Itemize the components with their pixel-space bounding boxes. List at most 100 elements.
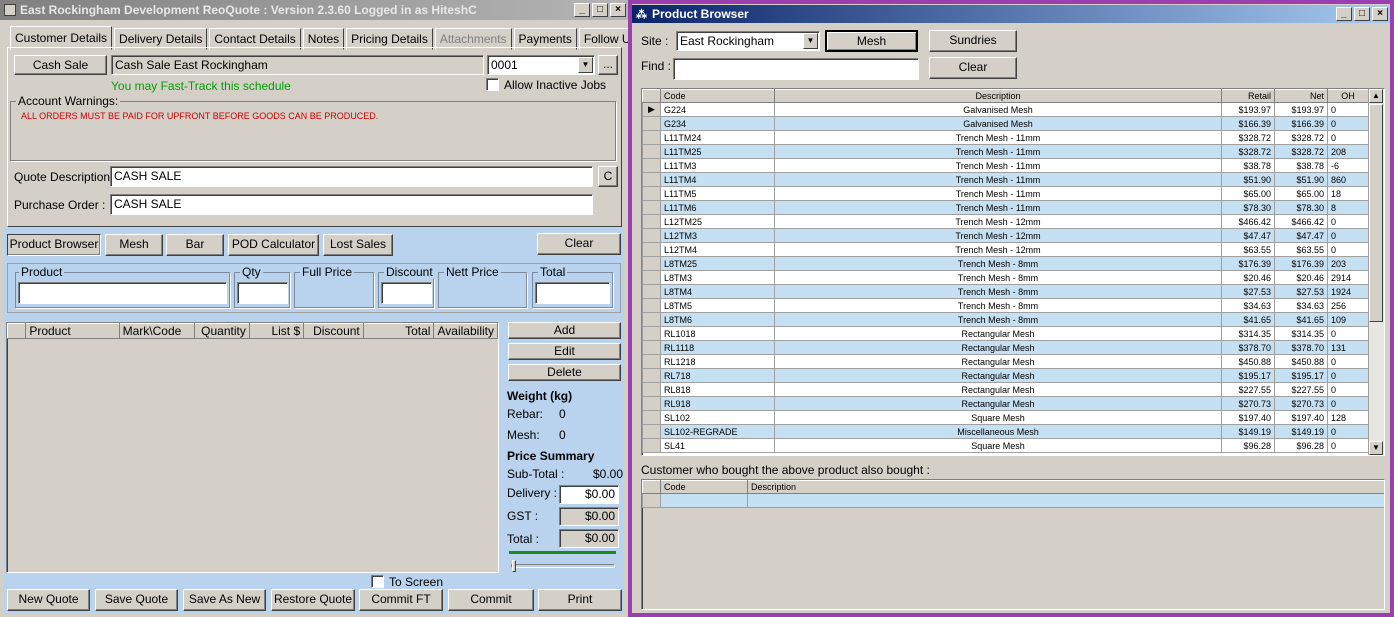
table-row[interactable]: L12TM4 Trench Mesh - 12mm $63.55 $63.55 0 — [642, 242, 1369, 257]
row-selector[interactable] — [642, 298, 661, 313]
mesh-button[interactable]: Mesh — [105, 234, 163, 256]
quote-window-titlebar[interactable]: East Rockingham Development ReoQuote : V… — [0, 0, 628, 20]
row-selector[interactable] — [642, 214, 661, 229]
row-selector[interactable] — [642, 228, 661, 243]
column-header[interactable]: OH — [1327, 89, 1369, 103]
table-row[interactable]: RL1018 Rectangular Mesh $314.35 $314.35 0 — [642, 326, 1369, 341]
table-row[interactable]: L8TM5 Trench Mesh - 8mm $34.63 $34.63 256 — [642, 298, 1369, 313]
table-row[interactable]: RL818 Rectangular Mesh $227.55 $227.55 0 — [642, 382, 1369, 397]
table-row[interactable]: SL41 Square Mesh $96.28 $96.28 0 — [642, 438, 1369, 453]
table-row[interactable]: ▶ G224 Galvanised Mesh $193.97 $193.97 0 — [642, 102, 1369, 117]
bar-button[interactable]: Bar — [166, 234, 224, 256]
row-selector[interactable] — [642, 438, 661, 453]
table-row[interactable]: L11TM25 Trench Mesh - 11mm $328.72 $328.72 2… — [642, 144, 1369, 159]
maximize-icon[interactable]: □ — [592, 3, 608, 17]
maximize-icon[interactable]: □ — [1354, 7, 1370, 21]
row-selector[interactable] — [642, 144, 661, 159]
row-selector[interactable] — [642, 242, 661, 257]
table-row[interactable]: L11TM3 Trench Mesh - 11mm $38.78 $38.78 -6 — [642, 158, 1369, 173]
delete-button[interactable]: Delete — [508, 364, 621, 381]
table-row[interactable]: G234 Galvanised Mesh $166.39 $166.39 0 — [642, 116, 1369, 131]
allow-inactive-checkbox[interactable] — [486, 78, 499, 91]
table-row[interactable]: L8TM6 Trench Mesh - 8mm $41.65 $41.65 109 — [642, 312, 1369, 327]
table-row[interactable]: L8TM25 Trench Mesh - 8mm $176.39 $176.39 203 — [642, 256, 1369, 271]
new-quote-button[interactable]: New Quote — [7, 589, 90, 611]
row-selector[interactable] — [642, 326, 661, 341]
find-input[interactable] — [673, 58, 919, 80]
also-bought-grid[interactable]: Code Description — [641, 479, 1385, 610]
row-selector[interactable] — [642, 382, 661, 397]
delivery-field[interactable]: $0.00 — [559, 485, 619, 504]
site-combo[interactable]: East Rockingham ▼ — [676, 31, 820, 51]
quote-description-field[interactable]: CASH SALE — [110, 166, 593, 187]
total-input[interactable] — [535, 282, 610, 304]
product-browser-button[interactable]: Product Browser — [7, 234, 101, 256]
close-icon[interactable]: × — [610, 3, 626, 17]
product-input[interactable] — [18, 282, 227, 304]
sundries-filter-button[interactable]: Sundries — [929, 30, 1017, 52]
restore-quote-button[interactable]: Restore Quote — [271, 589, 355, 611]
to-screen-checkbox[interactable] — [371, 575, 384, 588]
table-row[interactable]: L8TM3 Trench Mesh - 8mm $20.46 $20.46 2914 — [642, 270, 1369, 285]
row-selector[interactable] — [642, 200, 661, 215]
table-row[interactable]: RL1218 Rectangular Mesh $450.88 $450.88 0 — [642, 354, 1369, 369]
chevron-down-icon[interactable]: ▼ — [578, 57, 593, 73]
column-header[interactable]: Discount — [303, 323, 364, 339]
row-selector[interactable] — [642, 270, 661, 285]
row-selector[interactable] — [642, 368, 661, 383]
c-button[interactable]: C — [598, 166, 618, 187]
row-selector[interactable] — [642, 354, 661, 369]
discount-input[interactable] — [381, 282, 432, 304]
mesh-filter-button[interactable]: Mesh — [825, 30, 918, 52]
add-button[interactable]: Add — [508, 322, 621, 339]
table-row[interactable]: L12TM25 Trench Mesh - 12mm $466.42 $466.42 0 — [642, 214, 1369, 229]
column-header[interactable]: Code — [660, 480, 748, 494]
table-row[interactable]: L11TM4 Trench Mesh - 11mm $51.90 $51.90 860 — [642, 172, 1369, 187]
column-header[interactable]: Product — [25, 323, 120, 339]
slider-thumb[interactable] — [512, 560, 516, 572]
scroll-down-icon[interactable]: ▼ — [1369, 441, 1383, 455]
table-row[interactable]: L11TM6 Trench Mesh - 11mm $78.30 $78.30 8 — [642, 200, 1369, 215]
row-selector[interactable] — [642, 410, 661, 425]
slider-track[interactable] — [511, 564, 615, 568]
chevron-down-icon[interactable]: ▼ — [803, 33, 818, 49]
column-header[interactable]: Availability — [433, 323, 498, 339]
close-icon[interactable]: × — [1372, 7, 1388, 21]
table-row[interactable]: RL1118 Rectangular Mesh $378.70 $378.70 131 — [642, 340, 1369, 355]
table-row[interactable]: L11TM24 Trench Mesh - 11mm $328.72 $328.72 0 — [642, 130, 1369, 145]
table-row[interactable]: L8TM4 Trench Mesh - 8mm $27.53 $27.53 1924 — [642, 284, 1369, 299]
table-row[interactable] — [642, 493, 1384, 508]
minimize-icon[interactable]: _ — [1336, 7, 1352, 21]
row-selector[interactable] — [642, 186, 661, 201]
column-header[interactable]: List $ — [248, 323, 305, 339]
find-clear-button[interactable]: Clear — [929, 57, 1017, 79]
current-row-indicator-icon[interactable]: ▶ — [642, 102, 661, 117]
row-selector[interactable] — [642, 424, 661, 439]
commit-ft-button[interactable]: Commit FT — [359, 589, 443, 611]
row-selector[interactable] — [642, 158, 661, 173]
cash-sale-button[interactable]: Cash Sale — [14, 55, 107, 75]
ellipsis-button[interactable]: ... — [598, 55, 618, 75]
row-selector[interactable] — [642, 172, 661, 187]
column-header[interactable]: Net — [1274, 89, 1328, 103]
column-header[interactable]: Retail — [1221, 89, 1275, 103]
job-number-combo[interactable]: 0001 ▼ — [487, 55, 595, 75]
column-header[interactable]: Quantity — [194, 323, 250, 339]
row-selector[interactable] — [642, 396, 661, 411]
save-quote-button[interactable]: Save Quote — [95, 589, 178, 611]
minimize-icon[interactable]: _ — [574, 3, 590, 17]
purchase-order-field[interactable]: CASH SALE — [110, 194, 593, 215]
table-row[interactable]: SL102 Square Mesh $197.40 $197.40 128 — [642, 410, 1369, 425]
row-selector[interactable] — [642, 312, 661, 327]
product-browser-titlebar[interactable]: ⁂ Product Browser _ □ × — [632, 5, 1390, 23]
column-header[interactable]: Code — [660, 89, 775, 103]
edit-button[interactable]: Edit — [508, 343, 621, 360]
product-grid-scrollbar[interactable]: ▲ ▼ — [1368, 89, 1384, 455]
table-row[interactable]: RL918 Rectangular Mesh $270.73 $270.73 0 — [642, 396, 1369, 411]
print-button[interactable]: Print — [538, 589, 622, 611]
row-selector[interactable] — [642, 116, 661, 131]
qty-input[interactable] — [237, 282, 288, 304]
save-as-new-button[interactable]: Save As New — [183, 589, 266, 611]
row-selector[interactable] — [642, 284, 661, 299]
product-grid[interactable]: Code Description Retail Net OH ▶ G224 Galv… — [641, 88, 1385, 456]
